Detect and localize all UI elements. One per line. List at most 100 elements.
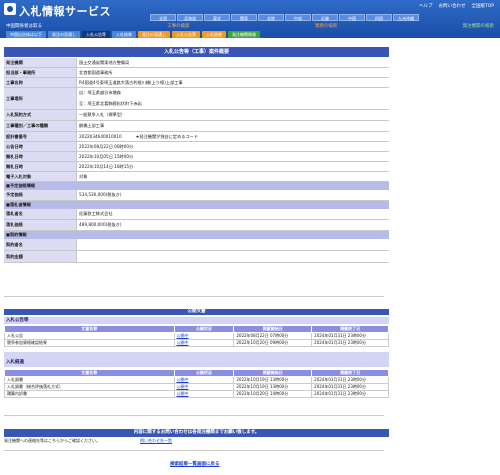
row-label: 開札日時 — [4, 162, 77, 171]
doc-name: 競争参加資格確認結果 — [4, 339, 175, 347]
doc-end: 2024年01月31日 23時00分 — [311, 332, 389, 340]
detail-row: 契約金額 — [4, 251, 389, 263]
docs-table-process: 文書名称 公開状況 掲載開始日 掲載終了日 入札調書 公開中 2022年10月1… — [4, 369, 389, 398]
detail-table: 発注機関 国土交通省関東地方整備局 担当部・事務所 北首都国道事務所 工事名称 … — [4, 58, 389, 263]
contract-amount-value — [77, 251, 389, 262]
row-label: 電子入札対象 — [4, 172, 77, 181]
contact-link-top[interactable]: お問い合わせ — [438, 3, 465, 9]
col-header: 掲載終了日 — [311, 325, 389, 333]
doc-end: 2024年01月31日 23時00分 — [311, 376, 389, 384]
region-tab[interactable]: 中国 — [339, 14, 365, 21]
nav-tab[interactable]: 中国自治体は以下 — [6, 31, 46, 38]
category-label: 工事の検索 — [167, 24, 190, 29]
row-label: 開札日時 — [4, 152, 77, 161]
divider — [4, 415, 384, 416]
detail-row: 落札者名 佐藤鉄工株式会社 — [4, 209, 389, 220]
nav-tab[interactable]: 発注機関情報 — [228, 31, 260, 38]
winner-section-header: ■落札者情報 — [4, 201, 389, 209]
col-header: 公開状況 — [173, 325, 235, 333]
detail-row: 電子入札対象 対象 — [4, 172, 389, 182]
nav-tab-active[interactable]: 入札公告等 — [82, 31, 110, 38]
doc-status-link[interactable]: 公開中 — [173, 332, 235, 340]
col-header: 公開状況 — [173, 369, 235, 377]
nav-tab[interactable]: 発注の見通し — [138, 31, 170, 38]
region-tab[interactable]: 中部 — [285, 14, 311, 21]
doc-start: 2022年10月20日 09時00分 — [233, 339, 313, 347]
category-label: 業務の検索 — [314, 24, 338, 29]
docs-table-notice: 文書名称 公開状況 掲載開始日 掲載終了日 入札公告 公開中 2022年08月2… — [4, 325, 389, 347]
help-link[interactable]: ヘルプ — [419, 3, 433, 9]
doc-status-link[interactable]: 公開中 — [173, 383, 235, 391]
region-tab[interactable]: 九州沖縄 — [393, 14, 419, 21]
nav-tab[interactable]: 入札結果 — [112, 31, 136, 38]
region-tab[interactable]: 北陸 — [258, 14, 284, 21]
estimate-value: 534,530,000(税抜き) — [79, 192, 122, 197]
nav-tab[interactable]: 発注の見通し — [48, 31, 80, 38]
doc-start: 2022年10月20日 14時00分 — [233, 390, 313, 398]
detail-row: 工事場所 自：埼玉県越谷市増森 至：埼玉県北葛飾郡松伏町下赤岩 — [4, 88, 389, 110]
table-row: 積算内訳書 公開中 2022年10月20日 14時00分 2024年01月31日… — [4, 390, 389, 398]
doc-status-link[interactable]: 公開中 — [173, 390, 235, 398]
site-title: 入札情報サービス — [19, 5, 111, 18]
nav-tab[interactable]: 入札公告等 — [172, 31, 200, 38]
contact-list-link[interactable]: 問い合わせ先一覧 — [140, 438, 172, 444]
row-label: 工事場所 — [4, 88, 77, 109]
detail-row: 予定価格 534,530,000(税抜き) — [4, 190, 389, 201]
region-tab[interactable]: 東北 — [204, 14, 230, 21]
doc-status-link[interactable]: 公開中 — [173, 376, 235, 384]
col-header: 掲載開始日 — [233, 325, 313, 333]
nav-tab[interactable]: 入札結果 — [202, 31, 226, 38]
region-tab[interactable]: 関東 — [231, 14, 257, 21]
doc-name: 入札調書 — [4, 376, 175, 384]
row-label: 工事名称 — [4, 78, 77, 87]
doc-status-link[interactable]: 公開中 — [173, 339, 235, 347]
row-label: 落札者名 — [4, 209, 77, 219]
contact-text: 発注機関への連絡先等はこちらからご確認ください。 — [4, 438, 100, 443]
back-to-results-link[interactable]: 検索結果一覧画面に戻る — [170, 461, 220, 467]
docs-title-bar: 公開文書 — [4, 309, 389, 315]
doc-start: 2022年10月19日 13時00分 — [233, 376, 313, 384]
divider — [4, 450, 384, 451]
col-header: 掲載終了日 — [311, 369, 389, 377]
row-label: 担当部・事務所 — [4, 68, 77, 77]
winner-name: 佐藤鉄工株式会社 — [79, 211, 113, 216]
top-links: ヘルプ お問い合わせ 全国版TOP — [419, 3, 494, 9]
region-tab[interactable]: 四国 — [366, 14, 392, 21]
doc-name: 入札公告 — [4, 332, 175, 340]
doc-end: 2024年01月31日 23時00分 — [311, 339, 389, 347]
national-top-link[interactable]: 全国版TOP — [471, 3, 494, 9]
category-row: 中国関係者は取る 工事の検索 業務の検索 発注機関の検索 — [6, 23, 494, 29]
region-tab[interactable]: 全国 — [150, 14, 176, 21]
inquiry-notice-bar: 内容に関するお問い合わせは各発注機関までお願い致します。 — [4, 429, 389, 437]
doc-start: 2022年10月19日 13時00分 — [233, 383, 313, 391]
row-label: 契約者名 — [4, 239, 77, 250]
row-value: 国土交通省関東地方整備局 — [79, 59, 130, 65]
row-value: 2022034640010010 ★発注機関が独自に定めるコード — [77, 132, 389, 141]
row-label: 公告日時 — [4, 142, 77, 151]
col-header: 掲載開始日 — [233, 369, 313, 377]
row-label: 工事種別／工事の種類 — [4, 121, 77, 131]
detail-row: 公告日時 2022年08月22日 00時00分 — [4, 142, 389, 152]
col-header: 文書名称 — [4, 325, 175, 333]
category-label: 発注機関の検索 — [462, 24, 494, 29]
col-header: 文書名称 — [4, 369, 175, 377]
detail-row: 設計書番号 2022034640010010 ★発注機関が独自に定めるコード — [4, 132, 389, 142]
region-tab[interactable]: 北海道 — [177, 14, 203, 21]
row-value: 北首都国道事務所 — [79, 69, 113, 75]
detail-row: 開札日時 2022年10月14日 16時15分 — [4, 162, 389, 172]
location-to: 至：埼玉県北葛飾郡松伏町下赤岩 — [79, 101, 142, 106]
row-value: 2022年08月22日 00時00分 — [79, 143, 134, 149]
doc-start: 2022年08月22日 07時00分 — [233, 332, 313, 340]
region-tabs: 全国 北海道 東北 関東 北陸 中部 近畿 中国 四国 九州沖縄 — [150, 14, 419, 21]
table-row: 競争参加資格確認結果 公開中 2022年10月20日 09時00分 2024年0… — [4, 339, 389, 347]
nav-tabs: 中国自治体は以下 発注の見通し 入札公告等 入札結果 発注の見通し 入札公告等 … — [6, 31, 260, 38]
contractor-value — [77, 239, 389, 250]
region-tab[interactable]: 近畿 — [312, 14, 338, 21]
row-value: 自：埼玉県越谷市増森 至：埼玉県北葛飾郡松伏町下赤岩 — [77, 88, 389, 109]
doc-end: 2024年01月31日 23時00分 — [311, 390, 389, 398]
site-header: 入札情報サービス ヘルプ お問い合わせ 全国版TOP 全国 北海道 東北 関東 … — [0, 0, 500, 38]
winner-price: 489,800,000(税抜き) — [79, 222, 122, 227]
row-label: 落札価格 — [4, 220, 77, 230]
row-label: 設計書番号 — [4, 132, 77, 141]
docs-group-process: 入札経過 — [4, 352, 389, 367]
